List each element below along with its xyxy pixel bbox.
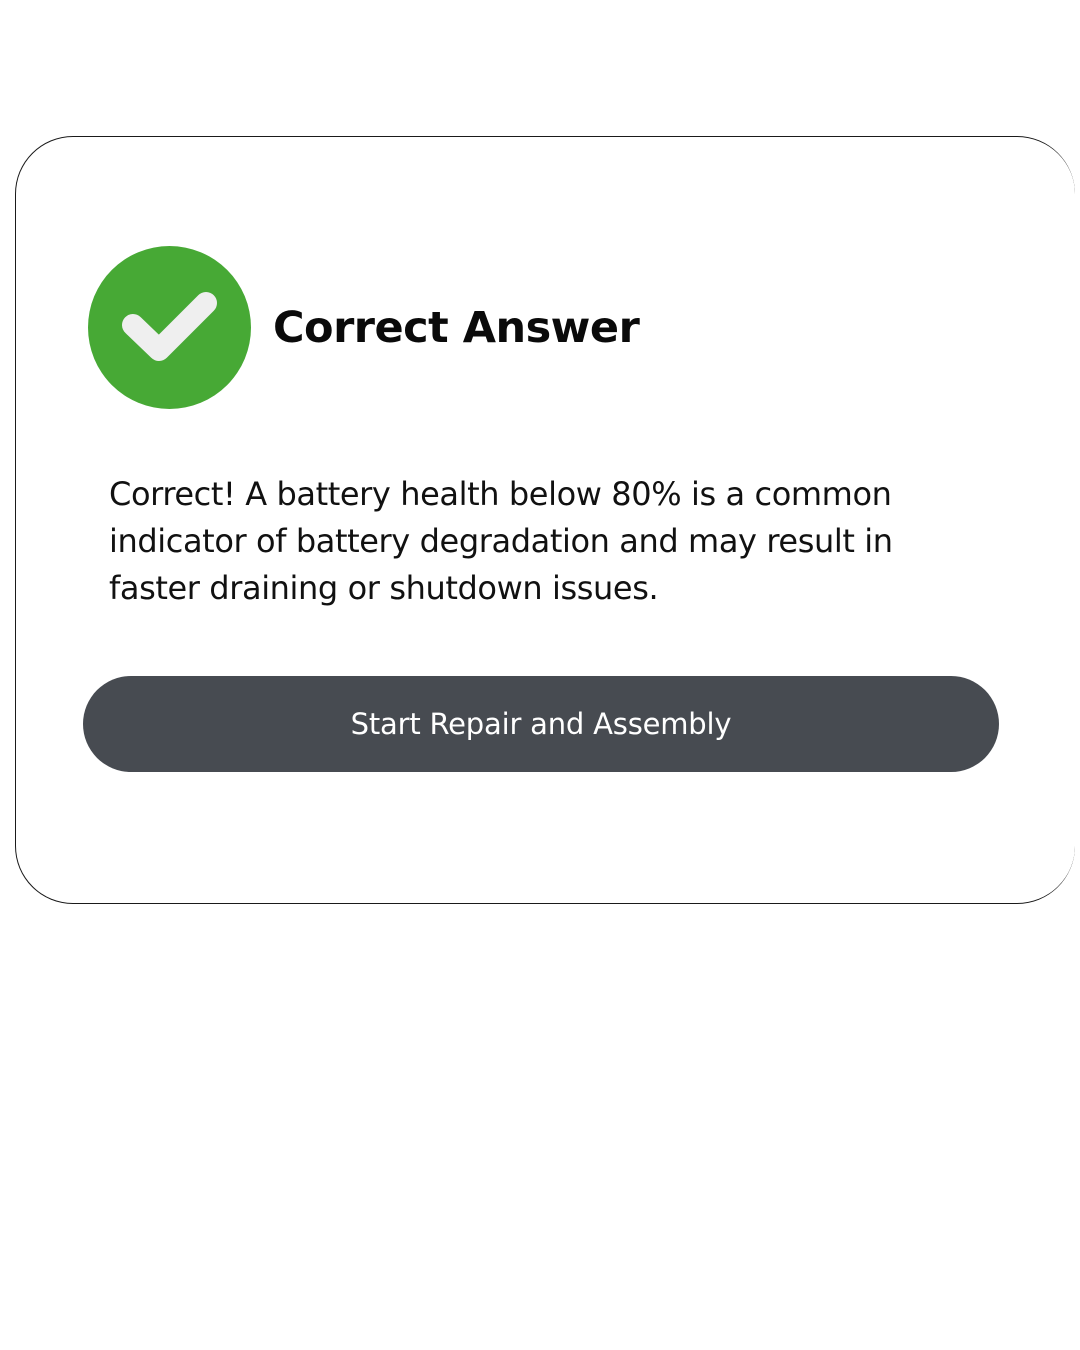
start-repair-button[interactable]: Start Repair and Assembly xyxy=(83,676,999,772)
feedback-header: Correct Answer xyxy=(88,246,640,409)
feedback-card: Correct Answer Correct! A battery health… xyxy=(15,136,1075,904)
check-circle-icon xyxy=(88,246,251,409)
check-mark-icon xyxy=(121,291,217,361)
result-title: Correct Answer xyxy=(273,302,640,353)
result-explanation: Correct! A battery health below 80% is a… xyxy=(109,475,893,607)
